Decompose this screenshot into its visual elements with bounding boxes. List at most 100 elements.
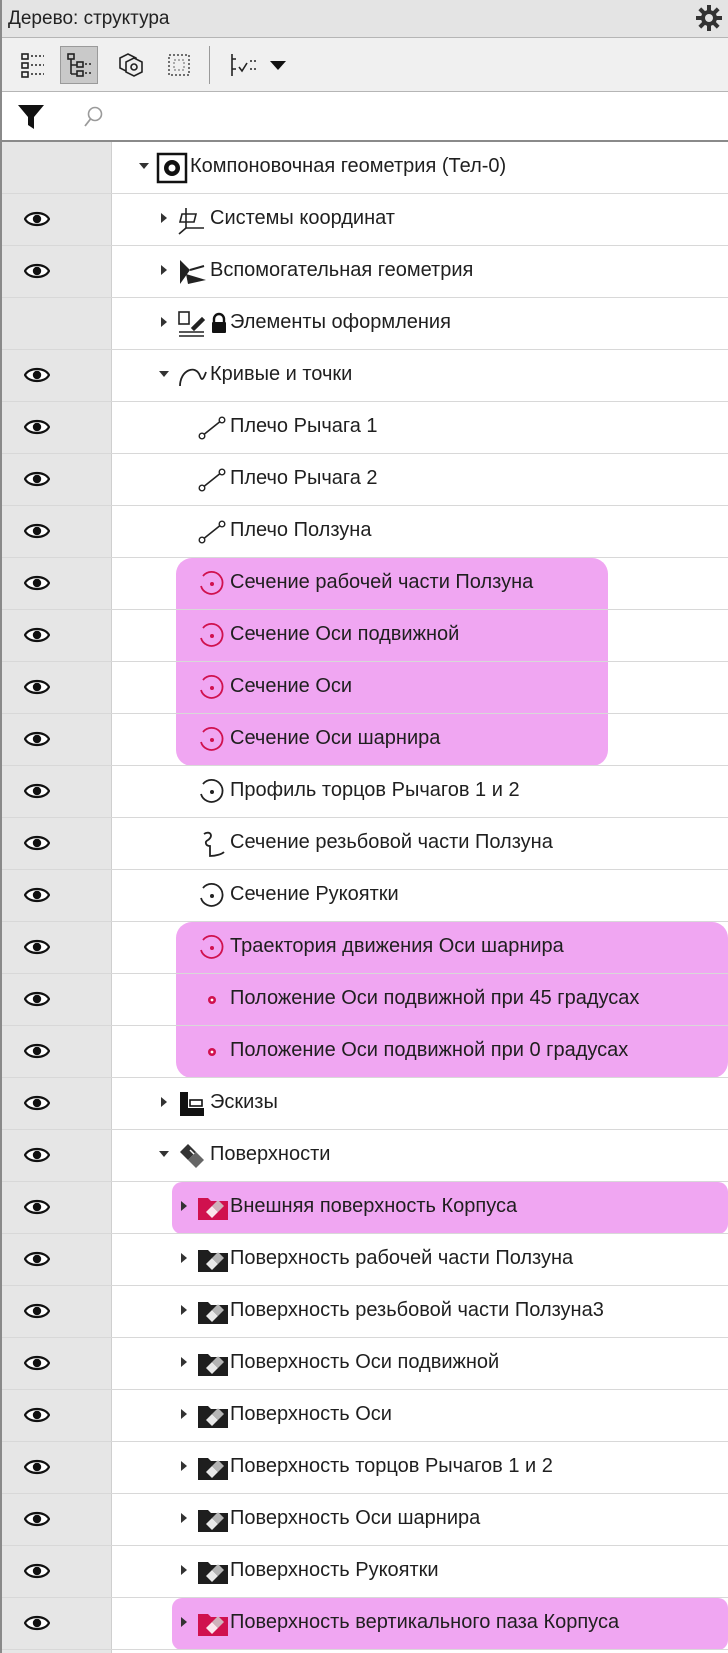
tree-row[interactable]: Плечо Ползуна — [2, 506, 728, 558]
tree-row[interactable]: Вспомогательная геометрия — [2, 246, 728, 298]
tree-row[interactable]: Кривые и точки — [2, 350, 728, 402]
expand-arrow-right-icon[interactable] — [158, 316, 170, 330]
visibility-eye-icon[interactable] — [23, 572, 51, 594]
segment-icon — [196, 516, 228, 548]
expand-arrow-right-icon[interactable] — [178, 1564, 190, 1578]
visibility-eye-icon[interactable] — [23, 1612, 51, 1634]
tree-row[interactable]: Плечо Рычага 2 — [2, 454, 728, 506]
tree-row[interactable]: Поверхность резьбовой части Ползуна3 — [2, 1286, 728, 1338]
tree-row[interactable]: Сечение рабочей части Ползуна — [2, 558, 728, 610]
tree-row[interactable]: Сечение Оси шарнира — [2, 714, 728, 766]
visibility-eye-icon[interactable] — [23, 884, 51, 906]
tree-row[interactable]: Плечо Рычага 1 — [2, 402, 728, 454]
expand-arrow-down-icon[interactable] — [158, 368, 170, 382]
tree-toolbar — [2, 38, 728, 92]
point-icon — [196, 1036, 228, 1068]
tree-row[interactable]: Внешняя поверхность Корпуса — [2, 1182, 728, 1234]
tree-row[interactable]: Поверхность Оси шарнира — [2, 1494, 728, 1546]
expand-arrow-right-icon[interactable] — [178, 1512, 190, 1526]
tree-row[interactable]: Профиль торцов Рычагов 1 и 2 — [2, 766, 728, 818]
gear-icon[interactable] — [694, 3, 724, 33]
visibility-eye-icon[interactable] — [23, 468, 51, 490]
tree-structure-button[interactable] — [60, 46, 98, 84]
tree-row[interactable]: Поверхность Оси — [2, 1390, 728, 1442]
section-circle-icon — [196, 880, 228, 912]
visibility-eye-icon[interactable] — [23, 364, 51, 386]
surface-folder-icon — [196, 1608, 228, 1640]
auxiliary-geometry-icon — [176, 256, 208, 288]
tree-flat-button[interactable] — [14, 46, 52, 84]
visibility-eye-icon[interactable] — [23, 988, 51, 1010]
tree-row[interactable]: Сечение Оси подвижной — [2, 610, 728, 662]
visibility-eye-icon[interactable] — [23, 520, 51, 542]
select-frame-button[interactable] — [160, 46, 198, 84]
panel-title: Дерево: структура — [8, 8, 170, 29]
expand-arrow-right-icon[interactable] — [158, 212, 170, 226]
visibility-eye-icon[interactable] — [23, 1092, 51, 1114]
expand-arrow-right-icon[interactable] — [178, 1304, 190, 1318]
visibility-eye-icon[interactable] — [23, 1144, 51, 1166]
visibility-eye-icon[interactable] — [23, 1352, 51, 1374]
visibility-eye-icon[interactable] — [23, 780, 51, 802]
expand-arrow-right-icon[interactable] — [178, 1408, 190, 1422]
visibility-eye-icon[interactable] — [23, 208, 51, 230]
tree-row[interactable]: Компоновочная геометрия (Тел-0) — [2, 142, 728, 194]
expand-arrow-right-icon[interactable] — [178, 1252, 190, 1266]
tree-row[interactable]: Системы координат — [2, 194, 728, 246]
visibility-eye-icon[interactable] — [23, 624, 51, 646]
tree-row[interactable]: Поверхность вертикального паза Корпуса — [2, 1598, 728, 1650]
filter-bar — [2, 92, 728, 142]
visibility-eye-icon[interactable] — [23, 1248, 51, 1270]
tree-row[interactable]: Элементы оформления — [2, 298, 728, 350]
tree-node-label: Профиль торцов Рычагов 1 и 2 — [230, 779, 520, 801]
tree-row[interactable]: Положение Оси подвижной при 0 градусах — [2, 1026, 728, 1078]
visibility-eye-icon[interactable] — [23, 1040, 51, 1062]
expand-arrow-right-icon[interactable] — [178, 1460, 190, 1474]
sketches-icon — [176, 1088, 208, 1120]
expand-arrow-right-icon[interactable] — [178, 1200, 190, 1214]
tree-row[interactable]: Положение Оси подвижной при 45 градусах — [2, 974, 728, 1026]
visibility-eye-icon[interactable] — [23, 416, 51, 438]
expand-arrow-right-icon[interactable] — [158, 264, 170, 278]
tree-node-label: Плечо Ползуна — [230, 519, 372, 541]
tree-row[interactable]: Поверхность торцов Рычагов 1 и 2 — [2, 1442, 728, 1494]
tree-row[interactable]: Поверхность рабочей части Ползуна — [2, 1234, 728, 1286]
expand-arrow-down-icon[interactable] — [158, 1148, 170, 1162]
tree-node-label: Вспомогательная геометрия — [210, 259, 474, 281]
section-circle-icon — [196, 620, 228, 652]
surface-folder-icon — [196, 1556, 228, 1588]
expand-arrow-right-icon[interactable] — [158, 1096, 170, 1110]
tree-row[interactable]: Поверхность Оси подвижной — [2, 1338, 728, 1390]
visibility-eye-icon[interactable] — [23, 1404, 51, 1426]
visibility-eye-icon[interactable] — [23, 260, 51, 282]
tree-row[interactable]: Сечение Оси — [2, 662, 728, 714]
tree-row[interactable]: Сечение резьбовой части Ползуна — [2, 818, 728, 870]
search-input[interactable] — [62, 98, 712, 134]
visibility-eye-icon[interactable] — [23, 1456, 51, 1478]
visibility-eye-icon[interactable] — [23, 1196, 51, 1218]
visibility-eye-icon[interactable] — [23, 1300, 51, 1322]
filter-icon[interactable] — [16, 102, 46, 132]
visibility-eye-icon[interactable] — [23, 1560, 51, 1582]
visibility-eye-icon[interactable] — [23, 676, 51, 698]
segment-icon — [196, 412, 228, 444]
tree-flat-icon — [21, 53, 44, 78]
visibility-eye-icon[interactable] — [23, 832, 51, 854]
expand-arrow-right-icon[interactable] — [178, 1616, 190, 1630]
visibility-eye-icon[interactable] — [23, 936, 51, 958]
list-filter-dropdown[interactable] — [218, 46, 298, 84]
expand-arrow-down-icon[interactable] — [138, 160, 150, 174]
tree-node-label: Сечение Оси шарнира — [230, 727, 441, 749]
search-icon — [82, 105, 104, 129]
copy-geometry-button[interactable] — [112, 46, 150, 84]
tree-row[interactable]: Сечение Рукоятки — [2, 870, 728, 922]
expand-arrow-right-icon[interactable] — [178, 1356, 190, 1370]
visibility-eye-icon[interactable] — [23, 1508, 51, 1530]
tree-row[interactable]: Траектория движения Оси шарнира — [2, 922, 728, 974]
tree-row[interactable]: Эскизы — [2, 1078, 728, 1130]
visibility-eye-icon[interactable] — [23, 728, 51, 750]
tree-row[interactable]: Поверхность Рукоятки — [2, 1546, 728, 1598]
tree-node-label: Траектория движения Оси шарнира — [230, 935, 564, 957]
tree-row[interactable]: Поверхности — [2, 1130, 728, 1182]
panel-titlebar: Дерево: структура — [2, 0, 728, 38]
